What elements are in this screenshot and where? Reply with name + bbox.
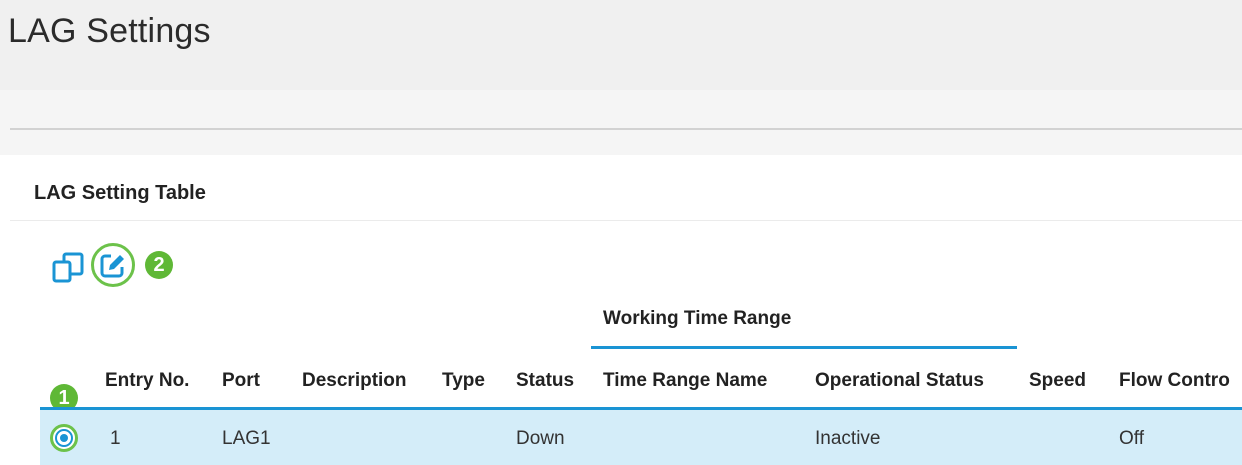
working-time-range-header: Working Time Range: [603, 308, 792, 329]
col-description[interactable]: Description: [302, 370, 407, 392]
col-type[interactable]: Type: [442, 370, 485, 392]
cell-operational-status: Inactive: [815, 428, 881, 449]
edit-icon: [100, 254, 124, 278]
edit-button[interactable]: [91, 243, 135, 287]
working-time-range-underline: [591, 346, 1017, 349]
copy-settings-button[interactable]: [50, 250, 86, 286]
copy-settings-icon: [52, 252, 84, 283]
row-select-radio[interactable]: [50, 424, 78, 452]
col-entry-no[interactable]: Entry No.: [105, 370, 189, 392]
section-title: LAG Setting Table: [34, 182, 206, 204]
table-row[interactable]: [40, 410, 1242, 465]
col-flow-control[interactable]: Flow Contro: [1119, 370, 1230, 392]
cell-flow-control: Off: [1119, 428, 1144, 449]
col-speed[interactable]: Speed: [1029, 370, 1086, 392]
header-spacer: [0, 90, 1242, 130]
radio-selected-icon: [55, 429, 73, 447]
section-divider: [10, 220, 1242, 221]
col-port[interactable]: Port: [222, 370, 260, 392]
col-operational-status[interactable]: Operational Status: [815, 370, 984, 392]
col-time-range-name[interactable]: Time Range Name: [603, 370, 767, 392]
col-status[interactable]: Status: [516, 370, 574, 392]
content-gap: [0, 130, 1242, 155]
step-2-badge: 2: [145, 251, 173, 279]
page-title: LAG Settings: [8, 12, 211, 50]
cell-port: LAG1: [222, 428, 271, 449]
cell-status: Down: [516, 428, 565, 449]
cell-entry-no: 1: [110, 428, 121, 449]
